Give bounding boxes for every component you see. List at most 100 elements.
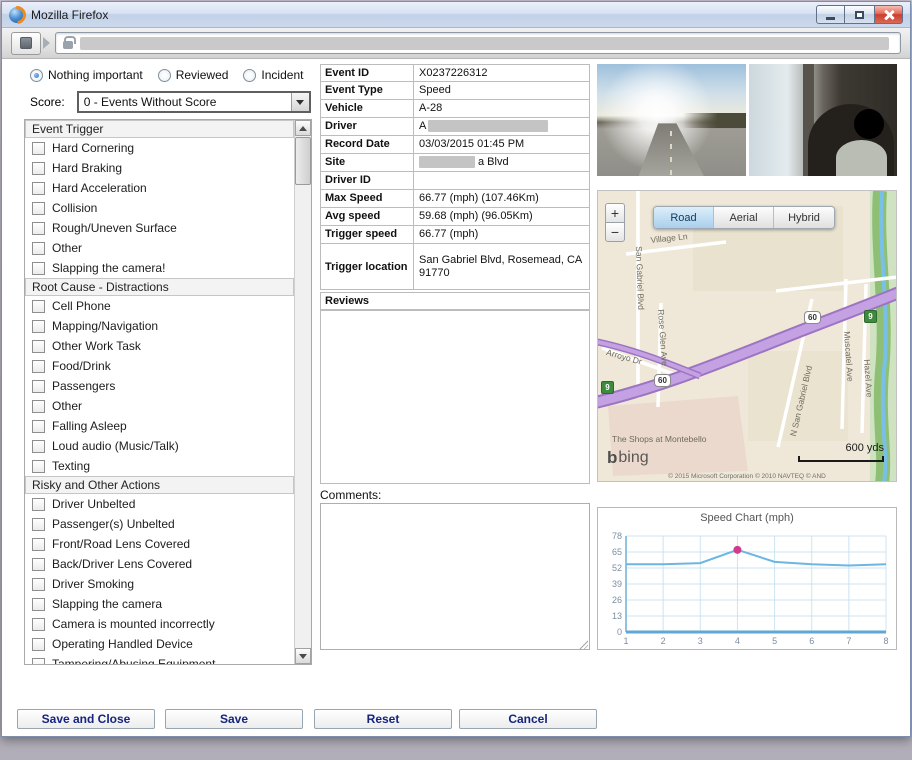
firefox-icon bbox=[9, 7, 25, 23]
checkbox[interactable] bbox=[32, 262, 45, 275]
zoom-out-button[interactable]: − bbox=[605, 222, 625, 242]
zoom-in-button[interactable]: + bbox=[605, 203, 625, 223]
row-value: San Gabriel Blvd, Rosemead, CA 91770 bbox=[414, 244, 589, 289]
checkbox[interactable] bbox=[32, 618, 45, 631]
svg-text:0: 0 bbox=[617, 627, 622, 637]
checkbox[interactable] bbox=[32, 498, 45, 511]
scroll-down-button[interactable] bbox=[295, 648, 311, 664]
checkbox[interactable] bbox=[32, 380, 45, 393]
scrollbar-thumb[interactable] bbox=[295, 137, 311, 185]
checkbox[interactable] bbox=[32, 440, 45, 453]
radio-nothing-important[interactable]: Nothing important bbox=[30, 68, 143, 82]
tab-aerial[interactable]: Aerial bbox=[714, 207, 774, 228]
chevron-right-icon bbox=[43, 37, 50, 49]
comments-input[interactable] bbox=[320, 503, 590, 650]
checkbox-item[interactable]: Slapping the camera! bbox=[25, 258, 294, 278]
checkbox-item[interactable]: Hard Braking bbox=[25, 158, 294, 178]
minimize-button[interactable] bbox=[816, 5, 845, 24]
checkbox[interactable] bbox=[32, 242, 45, 255]
radio-button-icon[interactable] bbox=[30, 69, 43, 82]
cancel-button[interactable]: Cancel bbox=[459, 709, 597, 729]
checkbox-item[interactable]: Front/Road Lens Covered bbox=[25, 534, 294, 554]
maximize-button[interactable] bbox=[845, 5, 874, 24]
checkbox-label: Hard Acceleration bbox=[52, 181, 147, 195]
scroll-up-button[interactable] bbox=[295, 120, 311, 136]
row-value: A-28 bbox=[414, 100, 589, 117]
checkbox[interactable] bbox=[32, 340, 45, 353]
row-label: Avg speed bbox=[321, 208, 414, 225]
radio-label: Incident bbox=[261, 68, 303, 82]
checkbox[interactable] bbox=[32, 142, 45, 155]
checkbox[interactable] bbox=[32, 638, 45, 651]
redacted-text bbox=[419, 156, 475, 168]
checkbox-item[interactable]: Slapping the camera bbox=[25, 594, 294, 614]
checkbox[interactable] bbox=[32, 518, 45, 531]
checkbox[interactable] bbox=[32, 400, 45, 413]
radio-incident[interactable]: Incident bbox=[243, 68, 303, 82]
table-row: Trigger speed66.77 (mph) bbox=[320, 226, 590, 244]
checkbox-item[interactable]: Cell Phone bbox=[25, 296, 294, 316]
checkbox-item[interactable]: Other bbox=[25, 238, 294, 258]
table-row: Record Date03/03/2015 01:45 PM bbox=[320, 136, 590, 154]
row-value: 66.77 (mph) bbox=[414, 226, 589, 243]
checkbox-item[interactable]: Operating Handled Device bbox=[25, 634, 294, 654]
checkbox-item[interactable]: Hard Cornering bbox=[25, 138, 294, 158]
checkbox-item[interactable]: Passengers bbox=[25, 376, 294, 396]
checkbox[interactable] bbox=[32, 598, 45, 611]
checkbox-item[interactable]: Back/Driver Lens Covered bbox=[25, 554, 294, 574]
checkbox[interactable] bbox=[32, 558, 45, 571]
save-button[interactable]: Save bbox=[165, 709, 303, 729]
checkbox[interactable] bbox=[32, 202, 45, 215]
checkbox-item[interactable]: Tampering/Abusing Equipment bbox=[25, 654, 294, 664]
checkbox[interactable] bbox=[32, 420, 45, 433]
table-row: Max Speed66.77 (mph) (107.46Km) bbox=[320, 190, 590, 208]
checkbox[interactable] bbox=[32, 360, 45, 373]
checkbox[interactable] bbox=[32, 658, 45, 665]
checkbox[interactable] bbox=[32, 460, 45, 473]
radio-button-icon[interactable] bbox=[158, 69, 171, 82]
checkbox-item[interactable]: Food/Drink bbox=[25, 356, 294, 376]
checkbox-item[interactable]: Other Work Task bbox=[25, 336, 294, 356]
checkbox[interactable] bbox=[32, 300, 45, 313]
tab-hybrid[interactable]: Hybrid bbox=[774, 207, 834, 228]
row-label: Vehicle bbox=[321, 100, 414, 117]
tab-road[interactable]: Road bbox=[654, 207, 714, 228]
checkbox-item[interactable]: Texting bbox=[25, 456, 294, 476]
checkbox-item[interactable]: Passenger(s) Unbelted bbox=[25, 514, 294, 534]
checkbox-item[interactable]: Rough/Uneven Surface bbox=[25, 218, 294, 238]
checkbox-item[interactable]: Falling Asleep bbox=[25, 416, 294, 436]
checkbox[interactable] bbox=[32, 182, 45, 195]
checkbox-label: Passengers bbox=[52, 379, 115, 393]
checkbox-item[interactable]: Driver Unbelted bbox=[25, 494, 294, 514]
radio-reviewed[interactable]: Reviewed bbox=[158, 68, 229, 82]
checkbox-item[interactable]: Loud audio (Music/Talk) bbox=[25, 436, 294, 456]
checkbox-item[interactable]: Camera is mounted incorrectly bbox=[25, 614, 294, 634]
score-dropdown[interactable]: 0 - Events Without Score bbox=[77, 91, 311, 113]
scrollbar[interactable] bbox=[294, 120, 311, 664]
checkbox-item[interactable]: Other bbox=[25, 396, 294, 416]
checkbox[interactable] bbox=[32, 538, 45, 551]
site-identity-button[interactable] bbox=[11, 32, 41, 55]
road-camera-image[interactable] bbox=[597, 64, 746, 176]
close-button[interactable] bbox=[874, 5, 903, 24]
row-label: Record Date bbox=[321, 136, 414, 153]
checkbox[interactable] bbox=[32, 162, 45, 175]
checkbox[interactable] bbox=[32, 320, 45, 333]
checkbox-item[interactable]: Driver Smoking bbox=[25, 574, 294, 594]
reviews-list bbox=[320, 310, 590, 484]
dropdown-button[interactable] bbox=[291, 93, 309, 111]
checkbox[interactable] bbox=[32, 222, 45, 235]
bing-map[interactable]: + − Road Aerial Hybrid Village Ln San Ga… bbox=[597, 190, 897, 482]
route-shield-60: 60 bbox=[654, 374, 671, 387]
save-and-close-button[interactable]: Save and Close bbox=[17, 709, 155, 729]
checkbox-item[interactable]: Mapping/Navigation bbox=[25, 316, 294, 336]
reset-button[interactable]: Reset bbox=[314, 709, 452, 729]
street-label: The Shops at Montebello bbox=[612, 434, 707, 444]
driver-camera-image[interactable] bbox=[749, 64, 898, 176]
checkbox-item[interactable]: Collision bbox=[25, 198, 294, 218]
checkbox[interactable] bbox=[32, 578, 45, 591]
radio-button-icon[interactable] bbox=[243, 69, 256, 82]
titlebar[interactable]: Mozilla Firefox bbox=[2, 2, 910, 28]
checkbox-item[interactable]: Hard Acceleration bbox=[25, 178, 294, 198]
address-bar[interactable] bbox=[55, 32, 901, 54]
